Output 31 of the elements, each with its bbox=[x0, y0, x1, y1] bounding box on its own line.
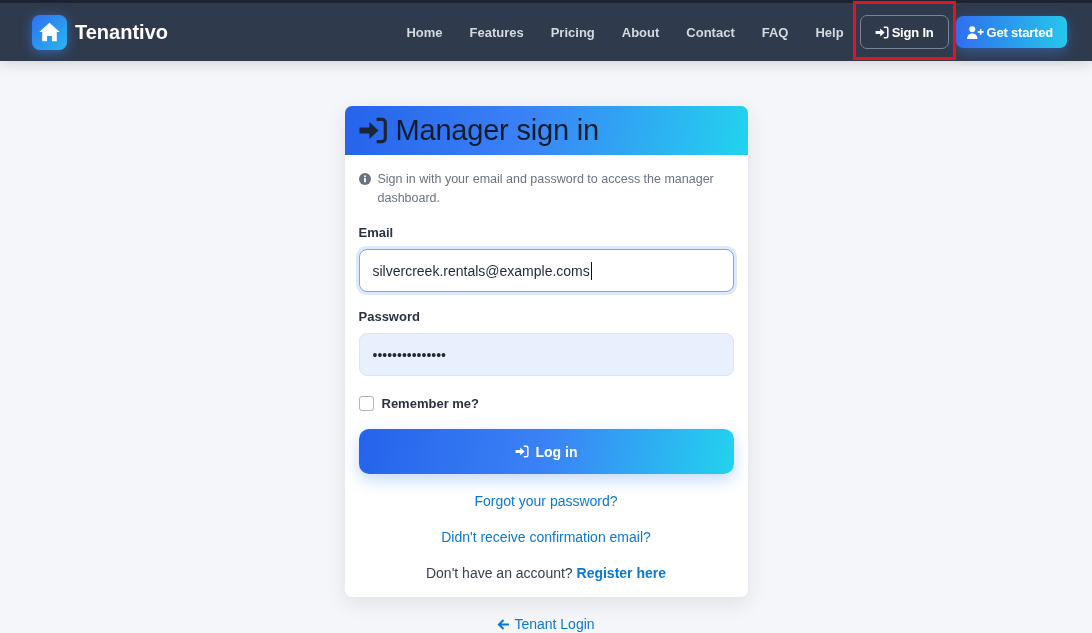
info-icon bbox=[358, 173, 371, 185]
text-link[interactable]: Didn't receive confirmation email? bbox=[441, 529, 651, 545]
text-link[interactable]: Forgot your password? bbox=[474, 493, 618, 509]
nav-link[interactable]: Features bbox=[469, 24, 524, 40]
field-label: Email bbox=[358, 225, 394, 240]
field-label: Password bbox=[358, 309, 420, 324]
log-in-button[interactable]: Log in bbox=[358, 429, 734, 474]
sign-in-icon bbox=[874, 25, 889, 39]
tenant-login-link[interactable]: Tenant Login bbox=[497, 616, 595, 632]
sign-in-icon bbox=[357, 117, 388, 144]
nav-link[interactable]: About bbox=[621, 24, 660, 40]
card-title: Manager sign in bbox=[395, 114, 599, 147]
nav-link[interactable]: Pricing bbox=[550, 24, 595, 40]
nav-link[interactable]: Home bbox=[406, 24, 443, 40]
sign-in-button[interactable]: Sign In bbox=[859, 15, 949, 49]
checkbox[interactable] bbox=[358, 396, 374, 411]
nav-link[interactable]: Contact bbox=[686, 24, 735, 40]
info-text: Sign in with your email and password to access the manager dashboard. bbox=[377, 171, 715, 207]
brand-name[interactable]: Tenantivo bbox=[75, 20, 168, 44]
house-logo-icon[interactable] bbox=[32, 14, 67, 50]
user-plus-icon bbox=[966, 25, 984, 39]
arrow-left-icon bbox=[497, 618, 511, 630]
register-link[interactable]: Register here bbox=[576, 565, 666, 581]
sign-in-icon bbox=[514, 445, 529, 458]
input-field[interactable]: silvercreek.rentals@example.coms bbox=[358, 249, 734, 292]
input-field[interactable]: ••••••••••••••• bbox=[358, 333, 734, 376]
checkbox-label[interactable]: Remember me? bbox=[381, 396, 480, 411]
text-cursor-icon bbox=[590, 261, 592, 280]
nav-link[interactable]: Help bbox=[815, 24, 844, 40]
register-prompt: Don't have an account? bbox=[425, 565, 573, 581]
nav-link[interactable]: FAQ bbox=[761, 24, 789, 40]
